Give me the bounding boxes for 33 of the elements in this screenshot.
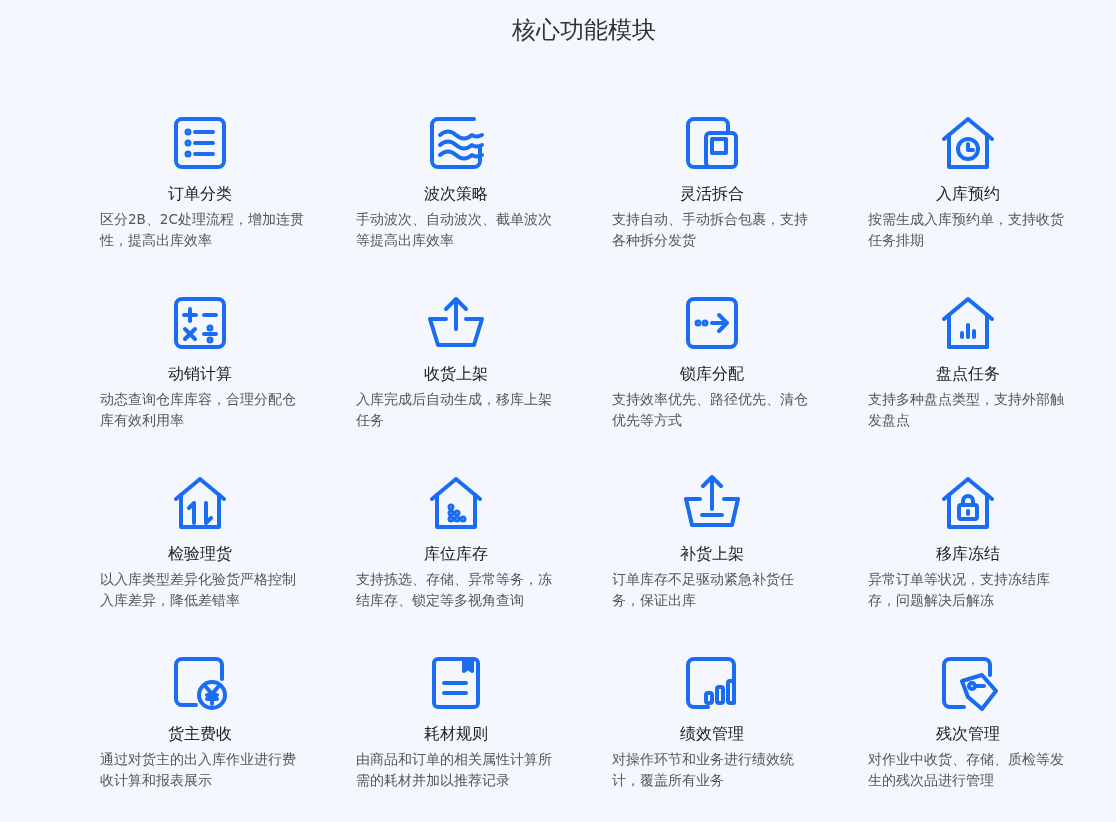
feature-description: 按需生成入库预约单，支持收货任务排期: [868, 210, 1065, 250]
feature-description: 订单库存不足驱动紧急补货任务，保证出库: [612, 570, 795, 610]
feature-title: 入库预约: [935, 183, 1001, 205]
feature-description: 以入库类型差异化验货严格控制入库差异，降低差错率: [100, 570, 297, 610]
feature-description: 区分2B、2C处理流程，增加连贯性，提高出库效率: [100, 210, 305, 250]
feature-description: 异常订单等状况，支持冻结库存，问题解决后解冻: [868, 570, 1051, 610]
feature-title: 波次策略: [423, 183, 489, 205]
feature-description: 对作业中收货、存储、质检等发生的残次品进行管理: [868, 750, 1065, 790]
feature-title: 绩效管理: [679, 723, 745, 745]
feature-description: 通过对货主的出入库作业进行费收计算和报表展示: [100, 750, 297, 790]
feature-description: 支持自动、手动拆合包裹，支持各种拆分发货: [612, 210, 809, 250]
feature-description: 支持拣选、存储、异常等务，冻结库存、锁定等多视角查询: [356, 570, 553, 610]
feature-description: 支持多种盘点类型，支持外部触发盘点: [868, 390, 1065, 430]
feature-title: 检验理货: [167, 543, 233, 565]
feature-description: 入库完成后自动生成，移库上架任务: [356, 390, 553, 430]
feature-description: 对操作环节和业务进行绩效统计，覆盖所有业务: [612, 750, 795, 790]
feature-description: 手动波次、自动波次、截单波次等提高出库效率: [356, 210, 553, 250]
feature-title: 盘点任务: [935, 363, 1001, 385]
feature-description: 由商品和订单的相关属性计算所需的耗材并加以推荐记录: [356, 750, 553, 790]
feature-title: 移库冻结: [935, 543, 1001, 565]
feature-title: 耗材规则: [423, 723, 489, 745]
section-title: 核心功能模块: [511, 15, 657, 46]
feature-description: 支持效率优先、路径优先、清仓优先等方式: [612, 390, 809, 430]
feature-title: 订单分类: [167, 183, 233, 205]
feature-title: 灵活拆合: [679, 183, 745, 205]
feature-title: 货主费收: [167, 723, 233, 745]
feature-title: 库位库存: [423, 543, 489, 565]
feature-title: 收货上架: [423, 363, 489, 385]
feature-title: 残次管理: [935, 723, 1001, 745]
feature-description: 动态查询仓库库容，合理分配仓库有效利用率: [100, 390, 297, 430]
feature-title: 补货上架: [679, 543, 745, 565]
feature-title: 锁库分配: [679, 363, 745, 385]
feature-title: 动销计算: [167, 363, 233, 385]
